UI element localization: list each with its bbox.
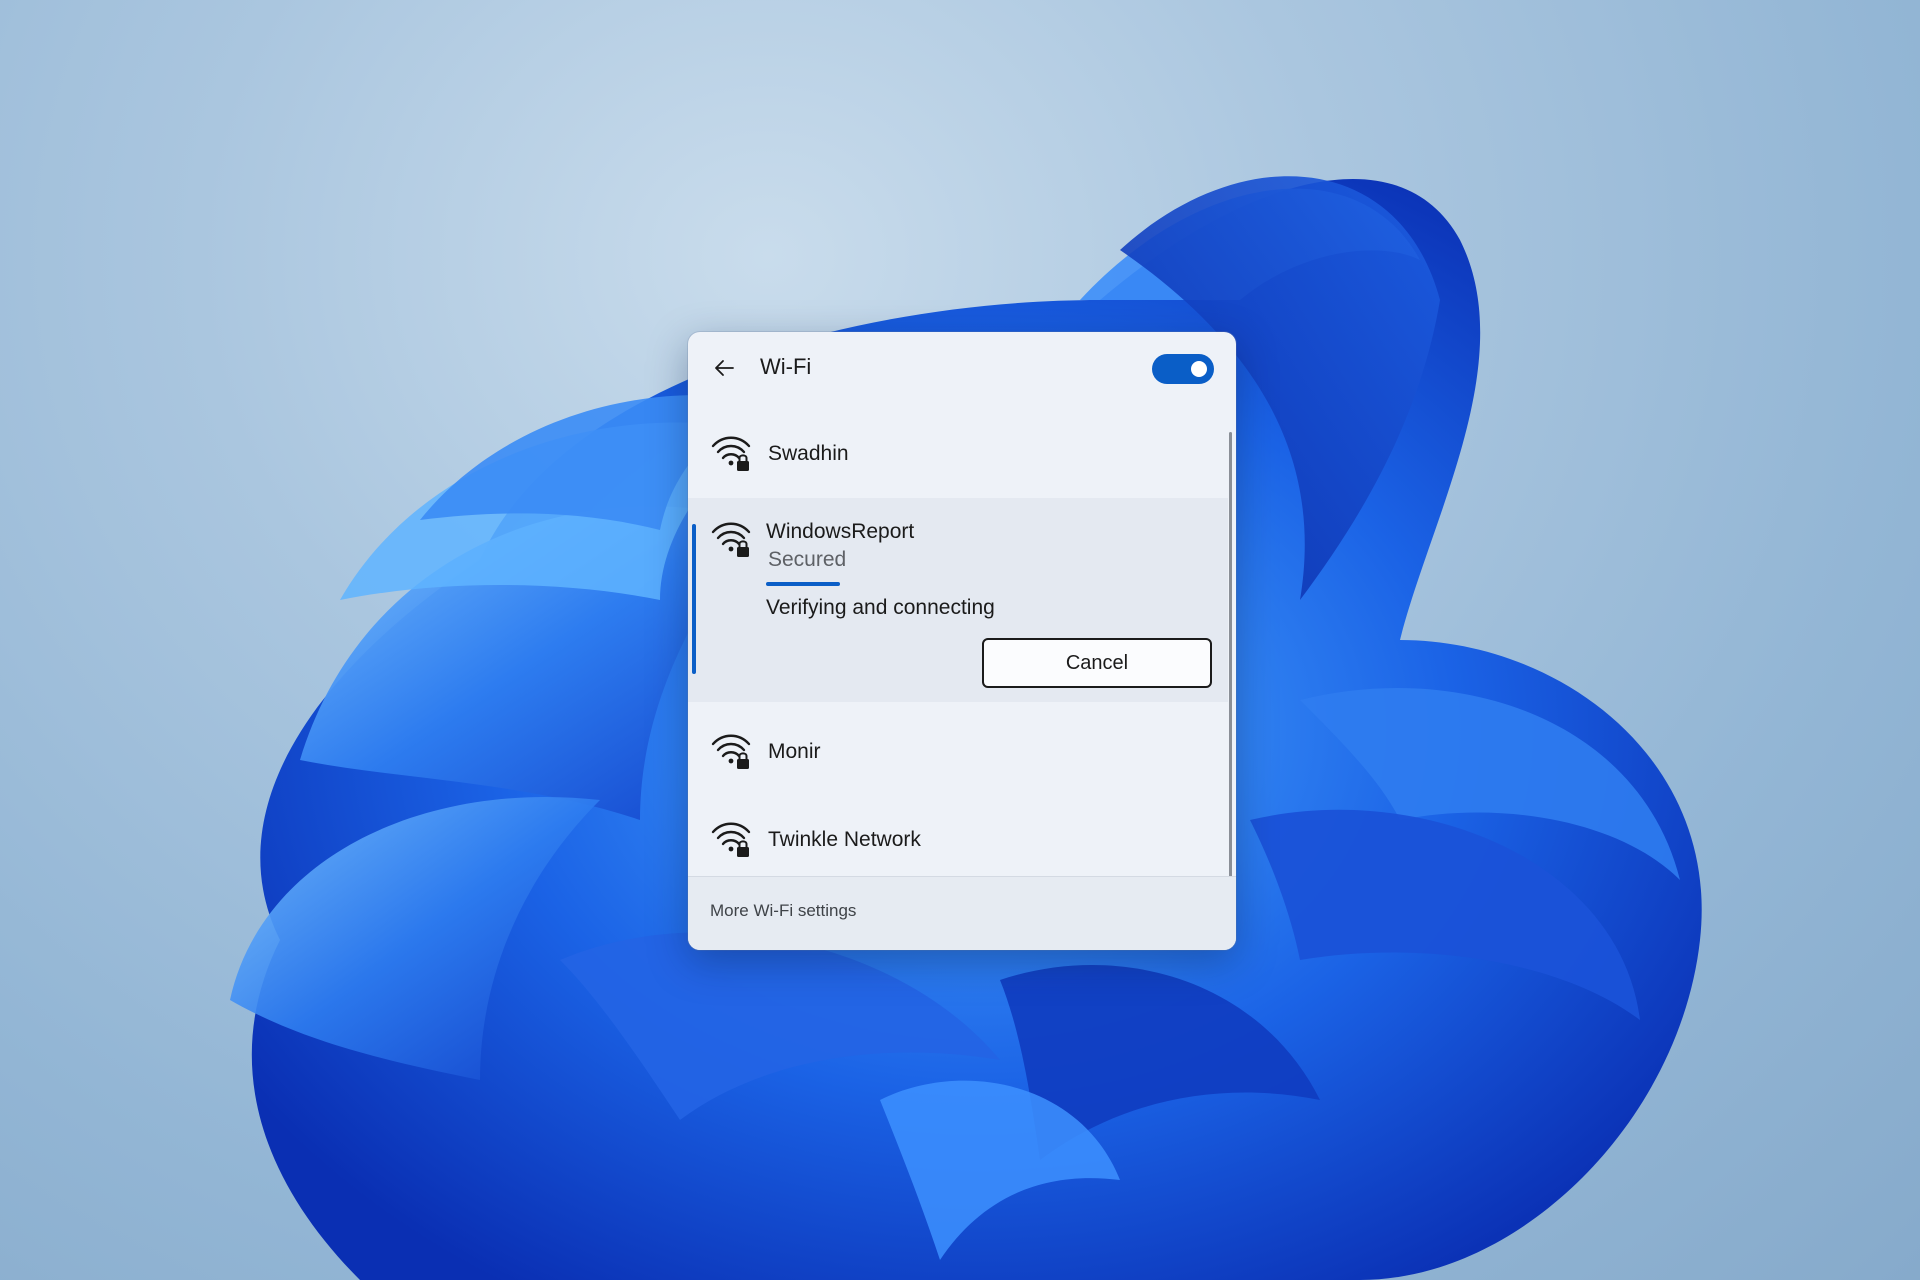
flyout-header: Wi-Fi xyxy=(688,332,1236,404)
wifi-secured-icon xyxy=(711,822,751,857)
scrollbar[interactable] xyxy=(1229,432,1232,887)
back-button[interactable] xyxy=(706,350,742,386)
toggle-knob xyxy=(1191,361,1207,377)
network-item[interactable]: Swadhin xyxy=(688,412,1228,494)
network-name: Twinkle Network xyxy=(768,828,921,851)
network-name: Swadhin xyxy=(768,442,849,465)
more-wifi-settings-link[interactable]: More Wi-Fi settings xyxy=(710,901,856,921)
wifi-secured-icon xyxy=(711,522,751,557)
network-item[interactable]: Monir xyxy=(688,710,1228,794)
cancel-button[interactable]: Cancel xyxy=(982,638,1212,688)
wifi-secured-icon xyxy=(711,734,751,769)
flyout-title: Wi-Fi xyxy=(760,354,812,379)
wifi-flyout: Wi-Fi Swadhin WindowsReport Secured Veri… xyxy=(688,332,1236,950)
selection-indicator xyxy=(692,524,696,674)
arrow-left-icon xyxy=(715,360,734,376)
flyout-footer: More Wi-Fi settings xyxy=(688,876,1236,950)
network-name: WindowsReport xyxy=(766,520,915,543)
network-security-status: Secured xyxy=(768,548,847,571)
connecting-message: Verifying and connecting xyxy=(766,596,995,619)
wifi-toggle[interactable] xyxy=(1152,354,1214,384)
wifi-secured-icon xyxy=(711,436,751,471)
connecting-progress-bar xyxy=(766,582,840,586)
network-item[interactable]: Twinkle Network xyxy=(688,798,1228,882)
network-name: Monir xyxy=(768,740,821,763)
